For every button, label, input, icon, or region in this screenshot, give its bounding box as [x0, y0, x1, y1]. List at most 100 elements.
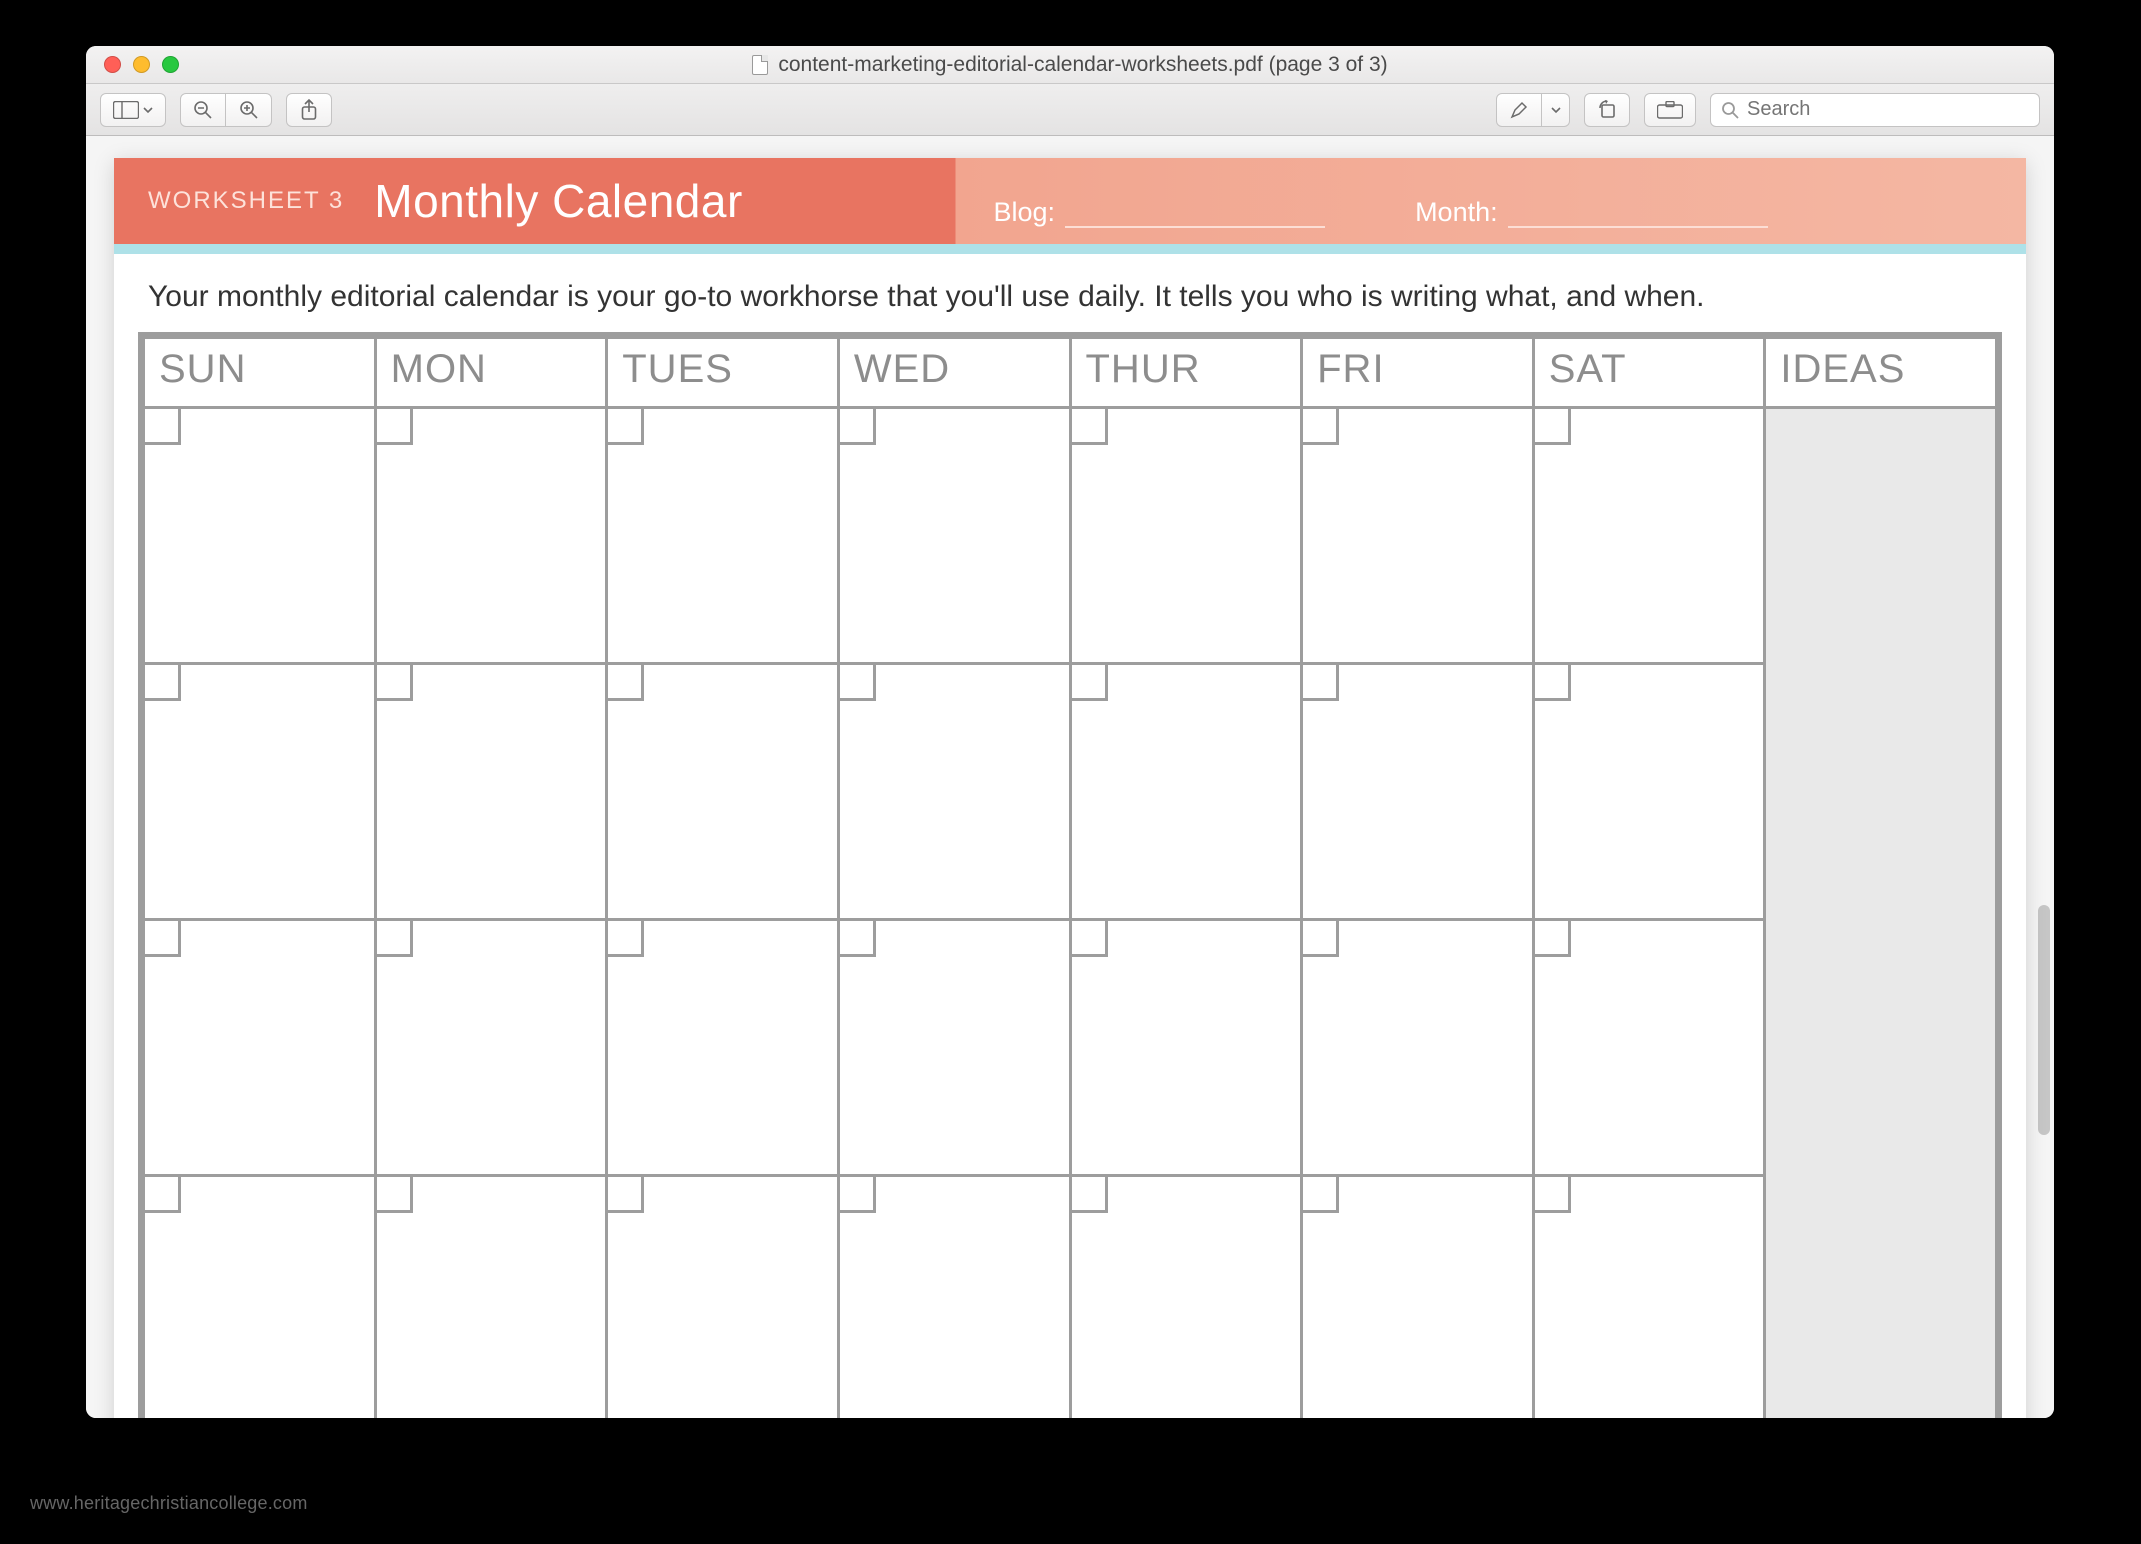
calendar-day-cell [838, 920, 1070, 1176]
titlebar: content-marketing-editorial-calendar-wor… [86, 46, 2054, 84]
date-number-box [377, 665, 413, 701]
date-number-box [145, 409, 181, 445]
calendar-day-cell [607, 1176, 839, 1419]
calendar-day-cell [1533, 1176, 1765, 1419]
date-number-box [608, 1177, 644, 1213]
preview-window: content-marketing-editorial-calendar-wor… [86, 46, 2054, 1418]
ideas-column-cell [1765, 408, 1997, 1419]
markup-group [1496, 93, 1570, 127]
month-label: Month: [1415, 197, 1498, 228]
calendar-day-cell [375, 408, 607, 664]
share-button[interactable] [286, 93, 332, 127]
calendar-day-cell [375, 920, 607, 1176]
blog-label: Blog: [994, 197, 1056, 228]
blog-underline [1065, 226, 1325, 228]
day-header-fri: FRI [1302, 338, 1534, 408]
calendar-day-cell [838, 1176, 1070, 1419]
calendar-day-cell [607, 664, 839, 920]
traffic-lights [86, 56, 179, 73]
calendar-header-row: SUN MON TUES WED THUR FRI SAT IDEAS [144, 338, 1997, 408]
date-number-box [840, 1177, 876, 1213]
date-number-box [1072, 665, 1108, 701]
zoom-out-button[interactable] [180, 93, 226, 127]
blog-field: Blog: [994, 197, 1326, 228]
date-number-box [1535, 409, 1571, 445]
date-number-box [1535, 921, 1571, 957]
date-number-box [1303, 409, 1339, 445]
calendar-day-cell [1070, 408, 1302, 664]
search-input[interactable] [1747, 98, 2029, 121]
ideas-header: IDEAS [1765, 338, 1997, 408]
date-number-box [840, 921, 876, 957]
pdf-file-icon [752, 55, 768, 75]
date-number-box [145, 665, 181, 701]
date-number-box [840, 409, 876, 445]
calendar-day-cell [1533, 408, 1765, 664]
calendar-day-cell [838, 408, 1070, 664]
zoom-in-button[interactable] [226, 93, 272, 127]
intro-text: Your monthly editorial calendar is your … [114, 254, 2026, 332]
scrollbar-thumb[interactable] [2038, 905, 2050, 1135]
day-header-wed: WED [838, 338, 1070, 408]
day-header-thu: THUR [1070, 338, 1302, 408]
calendar-day-cell [144, 664, 376, 920]
calendar-day-cell [1302, 408, 1534, 664]
date-number-box [1303, 665, 1339, 701]
document-viewport[interactable]: WORKSHEET 3 Monthly Calendar Blog: Month… [86, 136, 2054, 1418]
date-number-box [377, 1177, 413, 1213]
calendar-day-cell [375, 1176, 607, 1419]
calendar-day-cell [1533, 664, 1765, 920]
calendar-day-cell [1070, 1176, 1302, 1419]
pdf-page: WORKSHEET 3 Monthly Calendar Blog: Month… [114, 158, 2026, 1418]
date-number-box [1535, 665, 1571, 701]
date-number-box [608, 921, 644, 957]
window-title: content-marketing-editorial-calendar-wor… [86, 53, 2054, 77]
calendar-day-cell [838, 664, 1070, 920]
calendar-week-row [144, 1176, 1997, 1419]
markup-toolbar-button[interactable] [1644, 93, 1696, 127]
calendar-day-cell [1302, 664, 1534, 920]
date-number-box [377, 921, 413, 957]
calendar-week-row [144, 408, 1997, 664]
worksheet-banner: WORKSHEET 3 Monthly Calendar Blog: Month… [114, 158, 2026, 254]
day-header-mon: MON [375, 338, 607, 408]
day-header-tue: TUES [607, 338, 839, 408]
highlight-dropdown-button[interactable] [1542, 93, 1570, 127]
zoom-group [180, 93, 272, 127]
calendar-day-cell [607, 408, 839, 664]
highlight-button[interactable] [1496, 93, 1542, 127]
close-window-button[interactable] [104, 56, 121, 73]
date-number-box [145, 1177, 181, 1213]
calendar-day-cell [607, 920, 839, 1176]
search-field[interactable] [1710, 93, 2040, 127]
date-number-box [608, 665, 644, 701]
search-icon [1721, 101, 1739, 119]
day-header-sat: SAT [1533, 338, 1765, 408]
worksheet-title: Monthly Calendar [344, 174, 743, 228]
calendar-day-cell [144, 920, 376, 1176]
calendar-day-cell [1302, 1176, 1534, 1419]
toolbar [86, 84, 2054, 136]
calendar-day-cell [1070, 920, 1302, 1176]
day-header-sun: SUN [144, 338, 376, 408]
banner-fields: Blog: Month: [994, 197, 1986, 228]
calendar-day-cell [144, 1176, 376, 1419]
minimize-window-button[interactable] [133, 56, 150, 73]
date-number-box [1303, 1177, 1339, 1213]
calendar-day-cell [144, 408, 376, 664]
date-number-box [608, 409, 644, 445]
rotate-button[interactable] [1584, 93, 1630, 127]
sidebar-toggle-button[interactable] [100, 93, 166, 127]
date-number-box [1535, 1177, 1571, 1213]
window-title-text: content-marketing-editorial-calendar-wor… [778, 53, 1387, 77]
date-number-box [840, 665, 876, 701]
calendar-day-cell [375, 664, 607, 920]
zoom-window-button[interactable] [162, 56, 179, 73]
date-number-box [1072, 409, 1108, 445]
worksheet-number: WORKSHEET 3 [114, 187, 344, 215]
date-number-box [377, 409, 413, 445]
calendar-day-cell [1302, 920, 1534, 1176]
calendar-week-row [144, 920, 1997, 1176]
date-number-box [145, 921, 181, 957]
watermark-text: www.heritagechristiancollege.com [30, 1493, 308, 1514]
